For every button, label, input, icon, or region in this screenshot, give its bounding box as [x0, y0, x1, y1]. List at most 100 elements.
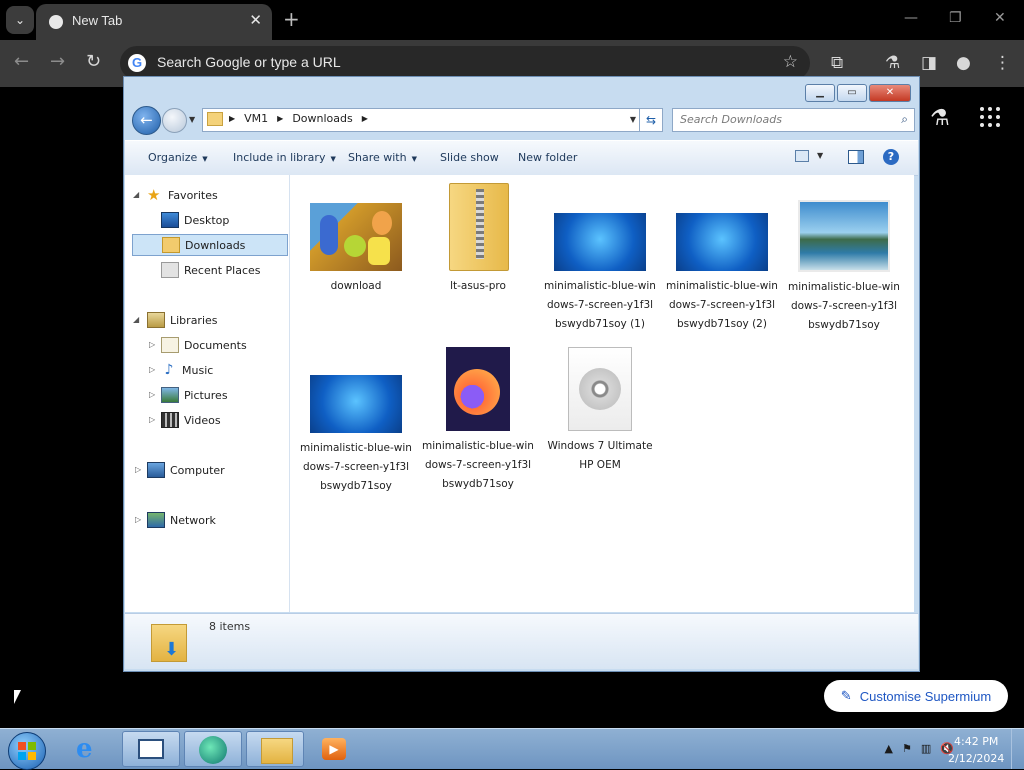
nav-favorites[interactable]: ★ Favorites	[147, 184, 218, 206]
desktop-icon	[161, 212, 179, 228]
browser-app-icon	[199, 736, 227, 764]
close-window-icon[interactable]: ✕	[994, 10, 1006, 26]
include-in-library-button[interactable]: Include in library ▼	[233, 151, 336, 164]
tab-close-icon[interactable]: ✕	[249, 11, 262, 29]
side-panel-icon[interactable]: ◨	[921, 53, 937, 73]
change-view-icon[interactable]	[795, 150, 809, 162]
extensions-icon[interactable]: ⧉	[831, 53, 843, 73]
start-button[interactable]	[8, 732, 46, 770]
address-bar[interactable]: ▶ VM1 ▶ Downloads ▶ ▼	[202, 108, 641, 132]
file-item-html[interactable]: minimalistic-blue-windows-7-screen-y1f3l…	[422, 347, 534, 494]
customise-button[interactable]: ✎ Customise Supermium	[824, 680, 1008, 712]
labs-icon[interactable]: ⚗	[885, 53, 900, 73]
file-item-download[interactable]: download	[300, 203, 412, 296]
organize-button[interactable]: Organize ▼	[148, 151, 208, 164]
search-icon[interactable]: ⌕	[901, 112, 908, 127]
file-item-image-3[interactable]: minimalistic-blue-windows-7-screen-y1f3l…	[788, 200, 900, 335]
file-item-zip[interactable]: lt-asus-pro	[422, 183, 534, 296]
firefox-file-icon	[446, 347, 510, 431]
expand-arrow-icon[interactable]: ▷	[149, 365, 155, 374]
apps-grid-icon[interactable]	[980, 107, 1000, 127]
disc-image-icon	[568, 347, 632, 431]
file-item-image-4[interactable]: minimalistic-blue-windows-7-screen-y1f3l…	[300, 375, 412, 496]
minimize-icon[interactable]: —	[904, 10, 918, 26]
show-desktop-button[interactable]	[1011, 729, 1024, 769]
breadcrumb-arrow-icon[interactable]: ▶	[277, 114, 283, 123]
libraries-icon	[147, 312, 165, 328]
nav-music[interactable]: ♪ Music	[161, 359, 214, 381]
network-tray-icon[interactable]: ▥	[921, 742, 931, 755]
file-item-iso[interactable]: Windows 7 Ultimate HP OEM	[544, 347, 656, 475]
nav-computer[interactable]: Computer	[147, 459, 225, 481]
minimize-button[interactable]: ▁	[805, 84, 835, 102]
recent-pages-dropdown-icon[interactable]: ▼	[189, 115, 195, 124]
collapse-arrow-icon[interactable]: ◢	[133, 190, 139, 199]
media-player-icon: ▶	[322, 738, 346, 760]
omnibox[interactable]: G Search Google or type a URL ☆	[120, 46, 810, 80]
image-thumbnail	[310, 375, 402, 433]
restore-icon[interactable]: ❐	[949, 10, 962, 26]
taskbar-browser[interactable]	[184, 731, 242, 767]
expand-arrow-icon[interactable]: ▷	[149, 390, 155, 399]
nav-network[interactable]: Network	[147, 509, 216, 531]
tab-new-tab[interactable]: New Tab ✕	[36, 4, 272, 40]
file-item-image-2[interactable]: minimalistic-blue-windows-7-screen-y1f3l…	[666, 213, 778, 334]
expand-arrow-icon[interactable]: ▷	[149, 340, 155, 349]
maximize-button[interactable]: ▭	[837, 84, 867, 102]
clock-time: 4:42 PM	[954, 735, 999, 748]
pictures-icon	[161, 387, 179, 403]
zip-folder-icon	[443, 183, 513, 271]
expand-arrow-icon[interactable]: ▷	[149, 415, 155, 424]
tab-search-button[interactable]: ⌄	[6, 6, 34, 34]
breadcrumb-vm1[interactable]: VM1	[244, 112, 268, 125]
customise-label: Customise Supermium	[859, 688, 992, 704]
show-hidden-icons-icon[interactable]: ▲	[885, 742, 893, 755]
profile-icon[interactable]: ●	[956, 53, 971, 73]
forward-icon[interactable]: →	[50, 51, 65, 72]
window-controls: ▁ ▭ ✕	[805, 84, 911, 102]
bookmark-star-icon[interactable]: ☆	[783, 52, 798, 72]
back-button[interactable]: ←	[132, 106, 161, 135]
nav-documents[interactable]: Documents	[161, 334, 247, 356]
file-item-image-1[interactable]: minimalistic-blue-windows-7-screen-y1f3l…	[544, 213, 656, 334]
view-options-dropdown-icon[interactable]: ▼	[817, 151, 823, 160]
new-folder-button[interactable]: New folder	[518, 151, 577, 164]
window-app-icon	[138, 739, 164, 759]
close-button[interactable]: ✕	[869, 84, 911, 102]
tab-title: New Tab	[72, 13, 123, 28]
folder-icon	[207, 112, 223, 126]
nav-videos[interactable]: Videos	[161, 409, 221, 431]
reload-icon[interactable]: ↻	[86, 51, 101, 72]
taskbar-media-player[interactable]: ▶	[306, 731, 364, 767]
breadcrumb-downloads[interactable]: Downloads	[292, 112, 352, 125]
forward-button[interactable]	[162, 108, 187, 133]
taskbar-explorer[interactable]	[246, 731, 304, 767]
expand-arrow-icon[interactable]: ▷	[135, 515, 141, 524]
action-center-flag-icon[interactable]: ⚑	[902, 742, 912, 755]
share-with-button[interactable]: Share with ▼	[348, 151, 417, 164]
search-input[interactable]: Search Downloads ⌕	[672, 108, 915, 132]
taskbar-internet-explorer[interactable]: e	[62, 731, 120, 767]
menu-icon[interactable]: ⋮	[994, 53, 1011, 73]
file-list: download lt-asus-pro minimalistic-blue-w…	[290, 175, 914, 612]
slide-show-button[interactable]: Slide show	[440, 151, 499, 164]
preview-pane-icon[interactable]	[848, 150, 864, 164]
new-tab-button[interactable]: +	[283, 7, 300, 31]
breadcrumb-arrow-icon[interactable]: ▶	[362, 114, 368, 123]
back-icon[interactable]: ←	[14, 51, 29, 72]
expand-arrow-icon[interactable]: ▷	[135, 465, 141, 474]
clock[interactable]: 4:42 PM 2/12/2024	[948, 733, 1004, 767]
file-name: minimalistic-blue-windows-7-screen-y1f3l…	[666, 280, 778, 330]
nav-pictures[interactable]: Pictures	[161, 384, 228, 406]
nav-recent-places[interactable]: Recent Places	[161, 259, 261, 281]
address-dropdown-icon[interactable]: ▼	[626, 109, 640, 131]
labs-flask-icon[interactable]: ⚗	[930, 106, 950, 131]
taskbar-app-window[interactable]	[122, 731, 180, 767]
nav-libraries[interactable]: Libraries	[147, 309, 218, 331]
breadcrumb-arrow-icon[interactable]: ▶	[229, 114, 235, 123]
help-icon[interactable]: ?	[883, 149, 899, 165]
nav-desktop[interactable]: Desktop	[161, 209, 229, 231]
nav-downloads[interactable]: Downloads	[132, 234, 288, 256]
collapse-arrow-icon[interactable]: ◢	[133, 315, 139, 324]
refresh-button[interactable]: ⇆	[639, 108, 663, 132]
